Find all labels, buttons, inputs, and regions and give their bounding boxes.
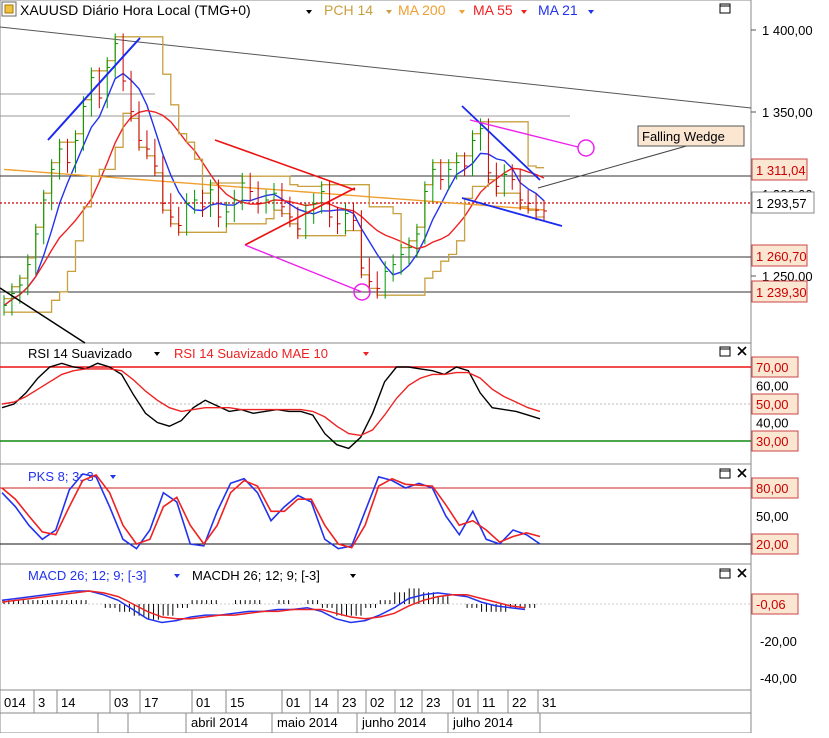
x-tick-label: 23: [342, 695, 356, 710]
falling-wedge-callout[interactable]: Falling Wedge: [637, 125, 745, 147]
x-tick-label: 14: [61, 695, 75, 710]
macdh-title[interactable]: MACDH 26; 12; 9; [-3]: [192, 568, 320, 583]
x-tick-label: 31: [542, 695, 556, 710]
legend-pch14[interactable]: PCH 14: [324, 2, 373, 18]
macd-tick-label: -20,00: [760, 634, 797, 649]
rsi-tick-label: 60,00: [756, 379, 789, 394]
pks-tick-label: 80,00: [756, 481, 789, 496]
rsi-tick-label: 30,00: [756, 434, 789, 449]
x-tick-label: 014: [4, 695, 26, 710]
x-tick-label: 23: [426, 695, 440, 710]
month-label: julho 2014: [452, 715, 513, 730]
y-axis-labels: 1 400,001 350,001 300,001 250,001 311,04…: [751, 23, 815, 686]
legend-ma200[interactable]: MA 200: [398, 2, 446, 18]
x-tick-label: 15: [230, 695, 244, 710]
macd-title[interactable]: MACD 26; 12; 9; [-3]: [28, 568, 147, 583]
macd-tick-label: -40,00: [760, 671, 797, 686]
rsi-mae-title[interactable]: RSI 14 Suavizado MAE 10: [174, 346, 328, 361]
x-tick-label: 01: [286, 695, 300, 710]
level-price-label: 1 260,70: [756, 249, 807, 264]
level-price-label: 1 239,30: [756, 285, 807, 300]
maximize-icon[interactable]: [719, 3, 731, 14]
y-tick-label: 1 350,00: [762, 105, 813, 120]
month-label: abril 2014: [191, 715, 248, 730]
x-tick-label: 02: [370, 695, 384, 710]
level-price-label: 1 311,04: [756, 163, 806, 178]
chart-canvas: Falling Wedge XAUUSD Diário Hora Local (…: [0, 0, 815, 734]
x-tick-label: 12: [399, 695, 413, 710]
x-tick-label: 22: [512, 695, 526, 710]
maximize-icon[interactable]: [719, 568, 731, 579]
legend-ma21[interactable]: MA 21: [538, 2, 578, 18]
x-tick-label: 01: [457, 695, 471, 710]
rsi-tick-label: 50,00: [756, 397, 789, 412]
falling-wedge-label: Falling Wedge: [642, 129, 725, 144]
last-price-label: 1 293,57: [756, 196, 807, 211]
x-tick-label: 01: [196, 695, 210, 710]
month-label: maio 2014: [277, 715, 338, 730]
rsi-tick-label: 70,00: [756, 360, 789, 375]
x-tick-label: 3: [38, 695, 45, 710]
rsi-title[interactable]: RSI 14 Suavizado: [28, 346, 132, 361]
chart-window: Falling Wedge XAUUSD Diário Hora Local (…: [0, 0, 829, 734]
pks-tick-label: 50,00: [756, 509, 789, 524]
pks-title[interactable]: PKS 8; 3; 3: [28, 469, 94, 484]
maximize-icon[interactable]: [719, 346, 731, 357]
month-label: junho 2014: [361, 715, 426, 730]
legend-ma55[interactable]: MA 55: [473, 2, 513, 18]
macd-last-label: -0,06: [756, 597, 786, 612]
pks-tick-label: 20,00: [756, 537, 789, 552]
x-tick-label: 03: [114, 695, 128, 710]
rsi-tick-label: 40,00: [756, 416, 789, 431]
x-tick-label: 17: [144, 695, 158, 710]
maximize-icon[interactable]: [719, 468, 731, 479]
x-tick-label: 14: [314, 695, 328, 710]
x-tick-label: 11: [482, 695, 496, 710]
symbol-title: XAUUSD Diário Hora Local (TMG+0): [20, 2, 251, 18]
y-tick-label: 1 400,00: [762, 23, 813, 38]
